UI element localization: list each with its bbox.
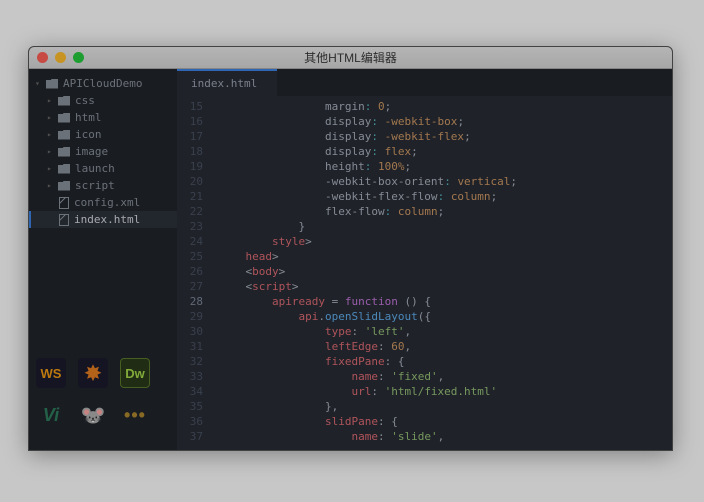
tree-folder[interactable]: ▸ script [29,177,177,194]
folder-label: script [75,179,115,192]
code-area[interactable]: margin: 0; display: -webkit-box; display… [211,96,672,450]
vim-icon[interactable]: Vi [36,400,66,430]
folder-label: html [75,111,102,124]
folder-label: icon [75,128,102,141]
gimp-icon[interactable]: 🐭 [78,400,108,430]
tab-label: index.html [191,77,257,90]
folder-icon [58,130,70,140]
gutter: 1516171819202122232425262728293031323334… [177,96,211,450]
tree-file[interactable]: config.xml [29,194,177,211]
tab-index-html[interactable]: index.html [177,69,277,96]
file-icon [59,214,69,226]
tree-folder[interactable]: ▸ image [29,143,177,160]
titlebar[interactable]: 其他HTML编辑器 [29,47,672,69]
chevron-right-icon: ▸ [47,147,55,156]
tree-folder[interactable]: ▸ css [29,92,177,109]
dreamweaver-icon[interactable]: Dw [120,358,150,388]
folder-icon [58,164,70,174]
chevron-right-icon: ▸ [47,113,55,122]
folder-label: APICloudDemo [63,77,142,90]
folder-label: css [75,94,95,107]
more-icon[interactable]: ••• [120,400,150,430]
folder-icon [46,79,58,89]
folder-icon [58,113,70,123]
tree-folder[interactable]: ▸ icon [29,126,177,143]
chevron-down-icon: ▾ [35,79,43,88]
window-title: 其他HTML编辑器 [29,49,672,66]
chevron-right-icon: ▸ [47,96,55,105]
chevron-right-icon: ▸ [47,130,55,139]
file-icon [59,197,69,209]
tree-folder[interactable]: ▸ html [29,109,177,126]
tree-file[interactable]: index.html [29,211,177,228]
webstorm-icon[interactable]: WS [36,358,66,388]
tree-root[interactable]: ▾ APICloudDemo [29,75,177,92]
tree-folder[interactable]: ▸ launch [29,160,177,177]
file-label: index.html [74,213,140,226]
chevron-right-icon: ▸ [47,164,55,173]
folder-icon [58,147,70,157]
folder-icon [58,96,70,106]
editor-main: index.html 15161718192021222324252627282… [177,69,672,450]
tab-bar[interactable]: index.html [177,69,672,96]
chevron-right-icon: ▸ [47,181,55,190]
settings-icon[interactable]: ✸ [78,358,108,388]
folder-icon [58,181,70,191]
app-icons: WS ✸ Dw Vi 🐭 ••• [28,350,158,438]
folder-label: launch [75,162,115,175]
file-label: config.xml [74,196,140,209]
code-editor[interactable]: 1516171819202122232425262728293031323334… [177,96,672,450]
folder-label: image [75,145,108,158]
